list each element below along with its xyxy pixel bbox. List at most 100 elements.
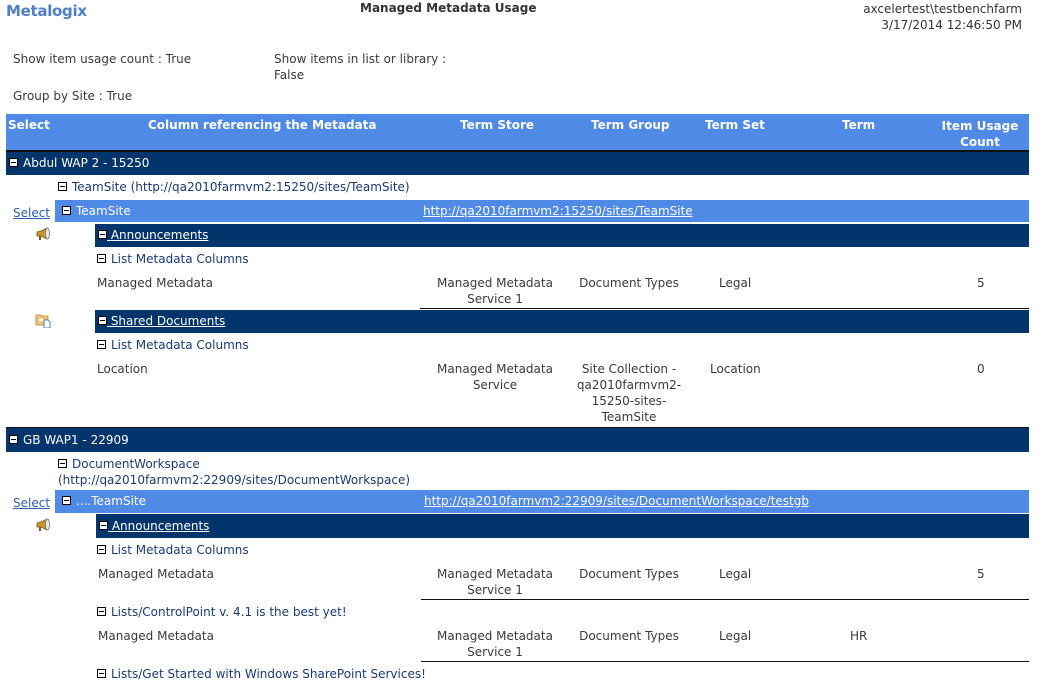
- cell-term-store: Managed Metadata Service: [430, 361, 560, 393]
- cell-term-store: Managed Metadata Service 1: [430, 566, 560, 598]
- term-group-line4: TeamSite: [601, 410, 657, 424]
- term-store-line2: Service: [472, 378, 518, 392]
- collapse-icon[interactable]: [98, 230, 107, 239]
- cell-usage-count: 0: [977, 362, 985, 376]
- cell-term-set: Legal: [719, 276, 752, 290]
- cell-term-group: Site Collection - qa2010farmvm2- 15250-s…: [570, 361, 688, 425]
- list-row[interactable]: Shared Documents: [95, 310, 1029, 333]
- collapse-icon[interactable]: [97, 340, 106, 349]
- document-library-icon: [35, 312, 51, 331]
- collapse-icon[interactable]: [99, 521, 108, 530]
- cell-term-set: Location: [710, 362, 761, 376]
- row-divider: [421, 661, 1029, 662]
- col-usage-line2: Count: [960, 135, 1000, 149]
- select-link[interactable]: Select: [13, 206, 50, 220]
- cell-column: Managed Metadata: [97, 276, 213, 290]
- term-group-line1: Site Collection -: [581, 362, 677, 376]
- col-term-store: Term Store: [460, 118, 535, 132]
- table-row: Managed Metadata: [98, 566, 214, 582]
- collapse-icon[interactable]: [97, 607, 106, 616]
- section-title: List Metadata Columns: [111, 543, 249, 557]
- param-show-items-label: Show items in list or library :: [274, 52, 447, 66]
- term-store-line1: Managed Metadata: [437, 276, 553, 290]
- section-title: Lists/ControlPoint v. 4.1 is the best ye…: [111, 605, 347, 619]
- col-term-set: Term Set: [705, 118, 765, 132]
- site-name: TeamSite: [76, 204, 131, 218]
- param-show-items-value: False: [274, 68, 305, 82]
- user-account: axcelertest\testbenchfarm: [863, 2, 1022, 16]
- user-info: axcelertest\testbenchfarm 3/17/2014 12:4…: [863, 1, 1022, 33]
- megaphone-icon: [35, 227, 51, 244]
- cell-column: Managed Metadata: [98, 629, 214, 643]
- list-name-link[interactable]: Announcements: [107, 228, 209, 242]
- farm-name: Abdul WAP 2 - 15250: [23, 156, 150, 170]
- collapse-icon[interactable]: [9, 158, 18, 167]
- cell-usage-count: 5: [977, 276, 985, 290]
- site-collection-name: DocumentWorkspace: [72, 457, 200, 471]
- section-row[interactable]: List Metadata Columns: [97, 251, 249, 267]
- metalogix-logo: Metalogix: [6, 2, 87, 20]
- list-name-link[interactable]: Shared Documents: [107, 314, 225, 328]
- site-collection-name: TeamSite (http://qa2010farmvm2:15250/sit…: [72, 180, 410, 194]
- table-header: Select Column referencing the Metadata T…: [6, 114, 1029, 152]
- site-collection-url: (http://qa2010farmvm2:22909/sites/Docume…: [58, 473, 411, 487]
- collapse-icon[interactable]: [62, 496, 71, 505]
- col-usage-line1: Item Usage: [941, 119, 1019, 133]
- cell-term-store: Managed Metadata Service 1: [430, 628, 560, 660]
- farm-name: GB WAP1 - 22909: [23, 433, 129, 447]
- cell-term: HR: [850, 629, 868, 643]
- section-row[interactable]: Lists/ControlPoint v. 4.1 is the best ye…: [97, 604, 347, 620]
- section-row[interactable]: Lists/Get Started with Windows SharePoin…: [97, 666, 426, 682]
- farm-row[interactable]: GB WAP1 - 22909: [6, 428, 1029, 452]
- term-store-line1: Managed Metadata: [437, 629, 553, 643]
- report-timestamp: 3/17/2014 12:46:50 PM: [881, 18, 1022, 32]
- list-name-link[interactable]: Announcements: [108, 519, 210, 533]
- section-row[interactable]: List Metadata Columns: [97, 542, 249, 558]
- col-select: Select: [8, 118, 50, 132]
- term-store-line2: Service 1: [467, 645, 523, 659]
- site-url-link[interactable]: http://qa2010farmvm2:15250/sites/TeamSit…: [423, 200, 693, 222]
- list-row[interactable]: Announcements: [96, 514, 1029, 538]
- site-collection-row[interactable]: DocumentWorkspace (http://qa2010farmvm2:…: [58, 456, 410, 488]
- term-store-line2: Service 1: [467, 583, 523, 597]
- col-term: Term: [842, 118, 876, 132]
- row-divider: [421, 599, 1029, 600]
- collapse-icon[interactable]: [97, 669, 106, 678]
- row-divider: [420, 308, 1029, 309]
- section-title: List Metadata Columns: [111, 338, 249, 352]
- site-name: ....TeamSite: [76, 494, 147, 508]
- section-row[interactable]: List Metadata Columns: [97, 337, 249, 353]
- term-group-line2: qa2010farmvm2-: [576, 378, 682, 392]
- term-store-line1: Managed Metadata: [437, 567, 553, 581]
- collapse-icon[interactable]: [97, 254, 106, 263]
- megaphone-icon: [35, 518, 51, 535]
- select-link[interactable]: Select: [13, 496, 50, 510]
- collapse-icon[interactable]: [9, 435, 18, 444]
- site-collection-row[interactable]: TeamSite (http://qa2010farmvm2:15250/sit…: [58, 179, 410, 195]
- cell-term-group: Document Types: [579, 276, 679, 290]
- site-row[interactable]: ....TeamSite http://qa2010farmvm2:22909/…: [55, 490, 1029, 513]
- cell-usage-count: 5: [977, 567, 985, 581]
- collapse-icon[interactable]: [58, 459, 67, 468]
- site-url-link[interactable]: http://qa2010farmvm2:22909/sites/Documen…: [424, 490, 809, 513]
- site-row[interactable]: TeamSite http://qa2010farmvm2:15250/site…: [55, 200, 1029, 222]
- term-group-line3: 15250-sites-: [591, 394, 667, 408]
- term-store-line2: Service 1: [467, 292, 523, 306]
- table-row: Managed Metadata: [98, 628, 214, 644]
- collapse-icon[interactable]: [58, 182, 67, 191]
- cell-term-group: Document Types: [579, 567, 679, 581]
- cell-term-set: Legal: [719, 567, 752, 581]
- collapse-icon[interactable]: [98, 316, 107, 325]
- param-show-items: Show items in list or library : False: [274, 51, 446, 83]
- collapse-icon[interactable]: [62, 206, 71, 215]
- cell-term-store: Managed Metadata Service 1: [430, 275, 560, 307]
- cell-term-group: Document Types: [579, 629, 679, 643]
- param-usage-count: Show item usage count : True: [13, 52, 192, 66]
- cell-term-set: Legal: [719, 629, 752, 643]
- farm-row[interactable]: Abdul WAP 2 - 15250: [6, 152, 1029, 175]
- list-row[interactable]: Announcements: [95, 224, 1029, 247]
- col-column-referencing: Column referencing the Metadata: [148, 118, 377, 132]
- param-group-by-site: Group by Site : True: [13, 89, 133, 103]
- table-row: Location: [97, 361, 148, 377]
- collapse-icon[interactable]: [97, 545, 106, 554]
